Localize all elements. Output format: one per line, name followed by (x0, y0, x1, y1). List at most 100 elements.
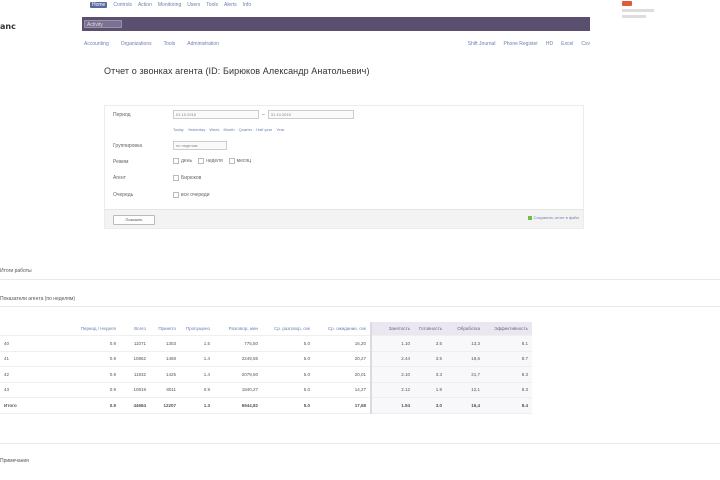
subnav-item[interactable]: Administration (187, 41, 219, 47)
group-select[interactable]: по неделям (173, 141, 227, 150)
subnav-item[interactable]: Accounting (84, 41, 109, 47)
column-header[interactable]: Ср. ожидание, сек (314, 322, 371, 336)
table-cell: 2079,50 (214, 366, 262, 383)
column-header[interactable]: Эффективность (484, 322, 532, 336)
column-header[interactable]: Принято (150, 322, 180, 336)
topnav-item[interactable]: Controls (113, 2, 132, 8)
metrics-table: Период / Неделя Всего Принято Пропущено Разг… (0, 322, 532, 414)
table-cell: 3.5 (414, 351, 446, 367)
divider (0, 306, 720, 307)
subnav-action[interactable]: Phone Register (503, 41, 537, 47)
table-cell: 5.0 (262, 382, 314, 398)
period-label: Период (113, 111, 131, 118)
agent-checkbox[interactable]: Бирюков (173, 175, 201, 181)
period-preset-link[interactable]: Yesterday (188, 127, 206, 132)
table-cell: 40 (0, 335, 38, 352)
table-cell: 1.4 (180, 366, 214, 383)
queue-label: Очередь (113, 192, 134, 198)
section-title-summary: Итоги работы (0, 268, 32, 274)
subnav-action[interactable]: HD (546, 41, 553, 47)
table-row: 42 0.9 11932 1425 1.4 2079,50 5.0 20,01 2.10 3.3 2… (0, 366, 532, 383)
table-cell: 8.4 (484, 397, 532, 414)
table-cell: 2.12 (370, 382, 414, 398)
period-preset-link[interactable]: Today (173, 127, 184, 132)
table-cell: 8.3 (484, 366, 532, 383)
brand-logo: anc (0, 22, 16, 31)
mode-option[interactable]: месяц (228, 158, 251, 164)
top-navigation: Home Controls Action Monitoring Users Tools Al… (90, 2, 251, 8)
column-header[interactable]: Всего (120, 322, 150, 336)
column-header[interactable]: Готовность (414, 322, 446, 336)
table-cell: 1840,27 (214, 382, 262, 398)
queue-checkbox[interactable]: все очереди (173, 192, 210, 198)
filter-panel: Период 01.10.2015 – 31.10.2015 Today Yest… (104, 105, 584, 229)
column-header[interactable]: Период / Неделя (38, 322, 120, 336)
table-cell: 14,27 (314, 382, 371, 398)
table-row: 41 0.9 10862 1468 1.4 2249,55 5.0 20,27 2.44 3.5 1… (0, 351, 532, 367)
topnav-item[interactable]: Alerts (224, 2, 237, 8)
subnav-item[interactable]: Organizations (121, 41, 152, 47)
table-cell: 44684 (120, 397, 150, 414)
table-cell: 3.5 (414, 335, 446, 352)
agent-label: Агент (113, 175, 126, 181)
user-line (622, 15, 646, 18)
topnav-item[interactable]: Info (243, 2, 251, 8)
user-badge[interactable] (622, 1, 654, 20)
save-report-link[interactable]: Сохранить отчет в файл (527, 215, 579, 220)
table-cell: 20,01 (314, 366, 371, 383)
queue-value: все очереди (181, 192, 210, 198)
table-cell: 10819 (120, 382, 150, 398)
table-cell: 41 (0, 351, 38, 367)
topnav-item[interactable]: Tools (206, 2, 218, 8)
subnav-item[interactable]: Tools (164, 41, 176, 47)
column-header[interactable]: Ср. разговор, сек (262, 322, 314, 336)
period-preset-link[interactable]: Quarter (239, 127, 253, 132)
table-cell: 5.0 (262, 335, 314, 352)
table-cell: 1303 (150, 335, 180, 352)
table-cell: 3.0 (414, 397, 446, 414)
table-total-row: Итого 0.9 44684 12207 1.3 6944,82 5.0 17,68 1.94… (0, 397, 532, 414)
topnav-item[interactable]: Home (90, 2, 108, 8)
table-cell: 42 (0, 366, 38, 383)
column-header[interactable] (0, 322, 38, 336)
table-cell: 11071 (120, 335, 150, 352)
subnav-action[interactable]: Shift Journal (468, 41, 496, 47)
topnav-item[interactable]: Users (187, 2, 200, 8)
column-header[interactable]: Занятость (370, 322, 414, 336)
mode-option-label: месяц (236, 158, 251, 164)
divider (0, 279, 720, 280)
table-cell: 0.9 (38, 366, 120, 383)
table-row: 40 0.9 11071 1303 1.5 775,50 5.0 16,20 1.10 3.5 13… (0, 335, 532, 352)
table-cell: 8.3 (484, 382, 532, 398)
table-cell: 20,27 (314, 351, 371, 367)
column-header[interactable]: Разговор, мин (214, 322, 262, 336)
table-cell: 1468 (150, 351, 180, 367)
topnav-item[interactable]: Action (138, 2, 152, 8)
column-header[interactable]: Пропущено (180, 322, 214, 336)
topnav-item[interactable]: Monitoring (158, 2, 181, 8)
mode-option[interactable]: неделя (198, 158, 223, 164)
table-cell: 1.9 (414, 382, 446, 398)
period-preset-link[interactable]: Year (276, 127, 284, 132)
period-preset-link[interactable]: Month (224, 127, 235, 132)
date-to-input[interactable]: 31.10.2015 (267, 110, 354, 119)
table-cell: 5.0 (262, 366, 314, 383)
table-cell: 12,1 (446, 382, 484, 398)
period-preset-link[interactable]: Half year (256, 127, 272, 132)
submit-button[interactable]: Показать (113, 215, 155, 225)
table-cell: 0.9 (38, 382, 120, 398)
mode-option-label: день (181, 158, 193, 164)
subnav-action[interactable]: Csv (581, 41, 590, 47)
column-header[interactable]: Обработка (446, 322, 484, 336)
table-cell: 21,7 (446, 366, 484, 383)
subnav-action[interactable]: Excel (561, 41, 573, 47)
section-title-agent-metrics: Показатели агента (по неделям) (0, 296, 75, 302)
save-icon (527, 215, 532, 220)
mode-option-label: неделя (206, 158, 223, 164)
period-preset-link[interactable]: Week (209, 127, 219, 132)
section-button[interactable]: Activity (84, 20, 122, 28)
notification-icon (622, 1, 632, 6)
table-cell: 1.5 (180, 335, 214, 352)
date-from-input[interactable]: 01.10.2015 (173, 110, 259, 119)
mode-option[interactable]: день (173, 158, 192, 164)
